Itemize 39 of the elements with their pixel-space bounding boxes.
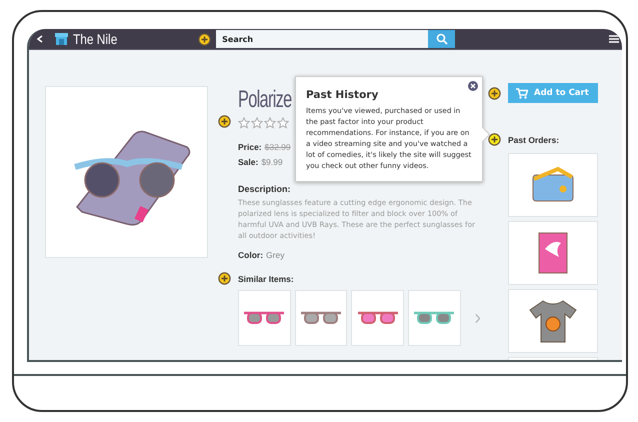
price-label: Price: [238, 142, 262, 152]
color-label: Color: [238, 250, 264, 260]
star-icon [264, 117, 276, 129]
product-title: Polarize [238, 86, 292, 114]
description-label: Description: [238, 184, 292, 194]
star-rating[interactable] [238, 117, 289, 129]
similar-item-card[interactable] [351, 290, 404, 346]
plus-icon[interactable] [218, 115, 231, 128]
add-to-cart-button[interactable]: Add to Cart [508, 83, 598, 103]
star-icon [238, 117, 250, 129]
popover-title: Past History [306, 89, 380, 101]
close-icon [470, 83, 476, 89]
plus-icon[interactable] [488, 86, 501, 100]
star-icon [277, 117, 289, 129]
t-shirt-icon [528, 298, 578, 344]
plus-icon[interactable] [198, 32, 212, 46]
search-button[interactable] [428, 30, 456, 48]
back-icon[interactable] [37, 35, 43, 43]
store-name: The Nile [73, 31, 118, 47]
similar-items-heading: Similar Items: [238, 274, 294, 284]
color-value: Grey [266, 250, 284, 260]
menu-icon[interactable] [609, 34, 619, 44]
star-icon [251, 117, 263, 129]
similar-item-card[interactable] [294, 290, 348, 346]
past-orders-heading: Past Orders: [508, 134, 560, 144]
cart-icon [516, 88, 528, 98]
close-button[interactable] [468, 81, 478, 91]
sale-price: $9.99 [261, 157, 283, 167]
sale-label: Sale: [238, 157, 258, 167]
original-price: $32.99 [264, 142, 291, 152]
past-order-card[interactable] [508, 221, 598, 285]
similar-item-card[interactable] [408, 290, 460, 346]
similar-item-card[interactable] [238, 290, 291, 346]
plus-icon[interactable] [218, 272, 231, 285]
store-icon [55, 33, 68, 45]
search-icon [436, 33, 448, 45]
search-field[interactable]: Search [216, 30, 428, 48]
past-order-card[interactable] [508, 289, 598, 353]
plus-icon[interactable] [488, 133, 501, 146]
